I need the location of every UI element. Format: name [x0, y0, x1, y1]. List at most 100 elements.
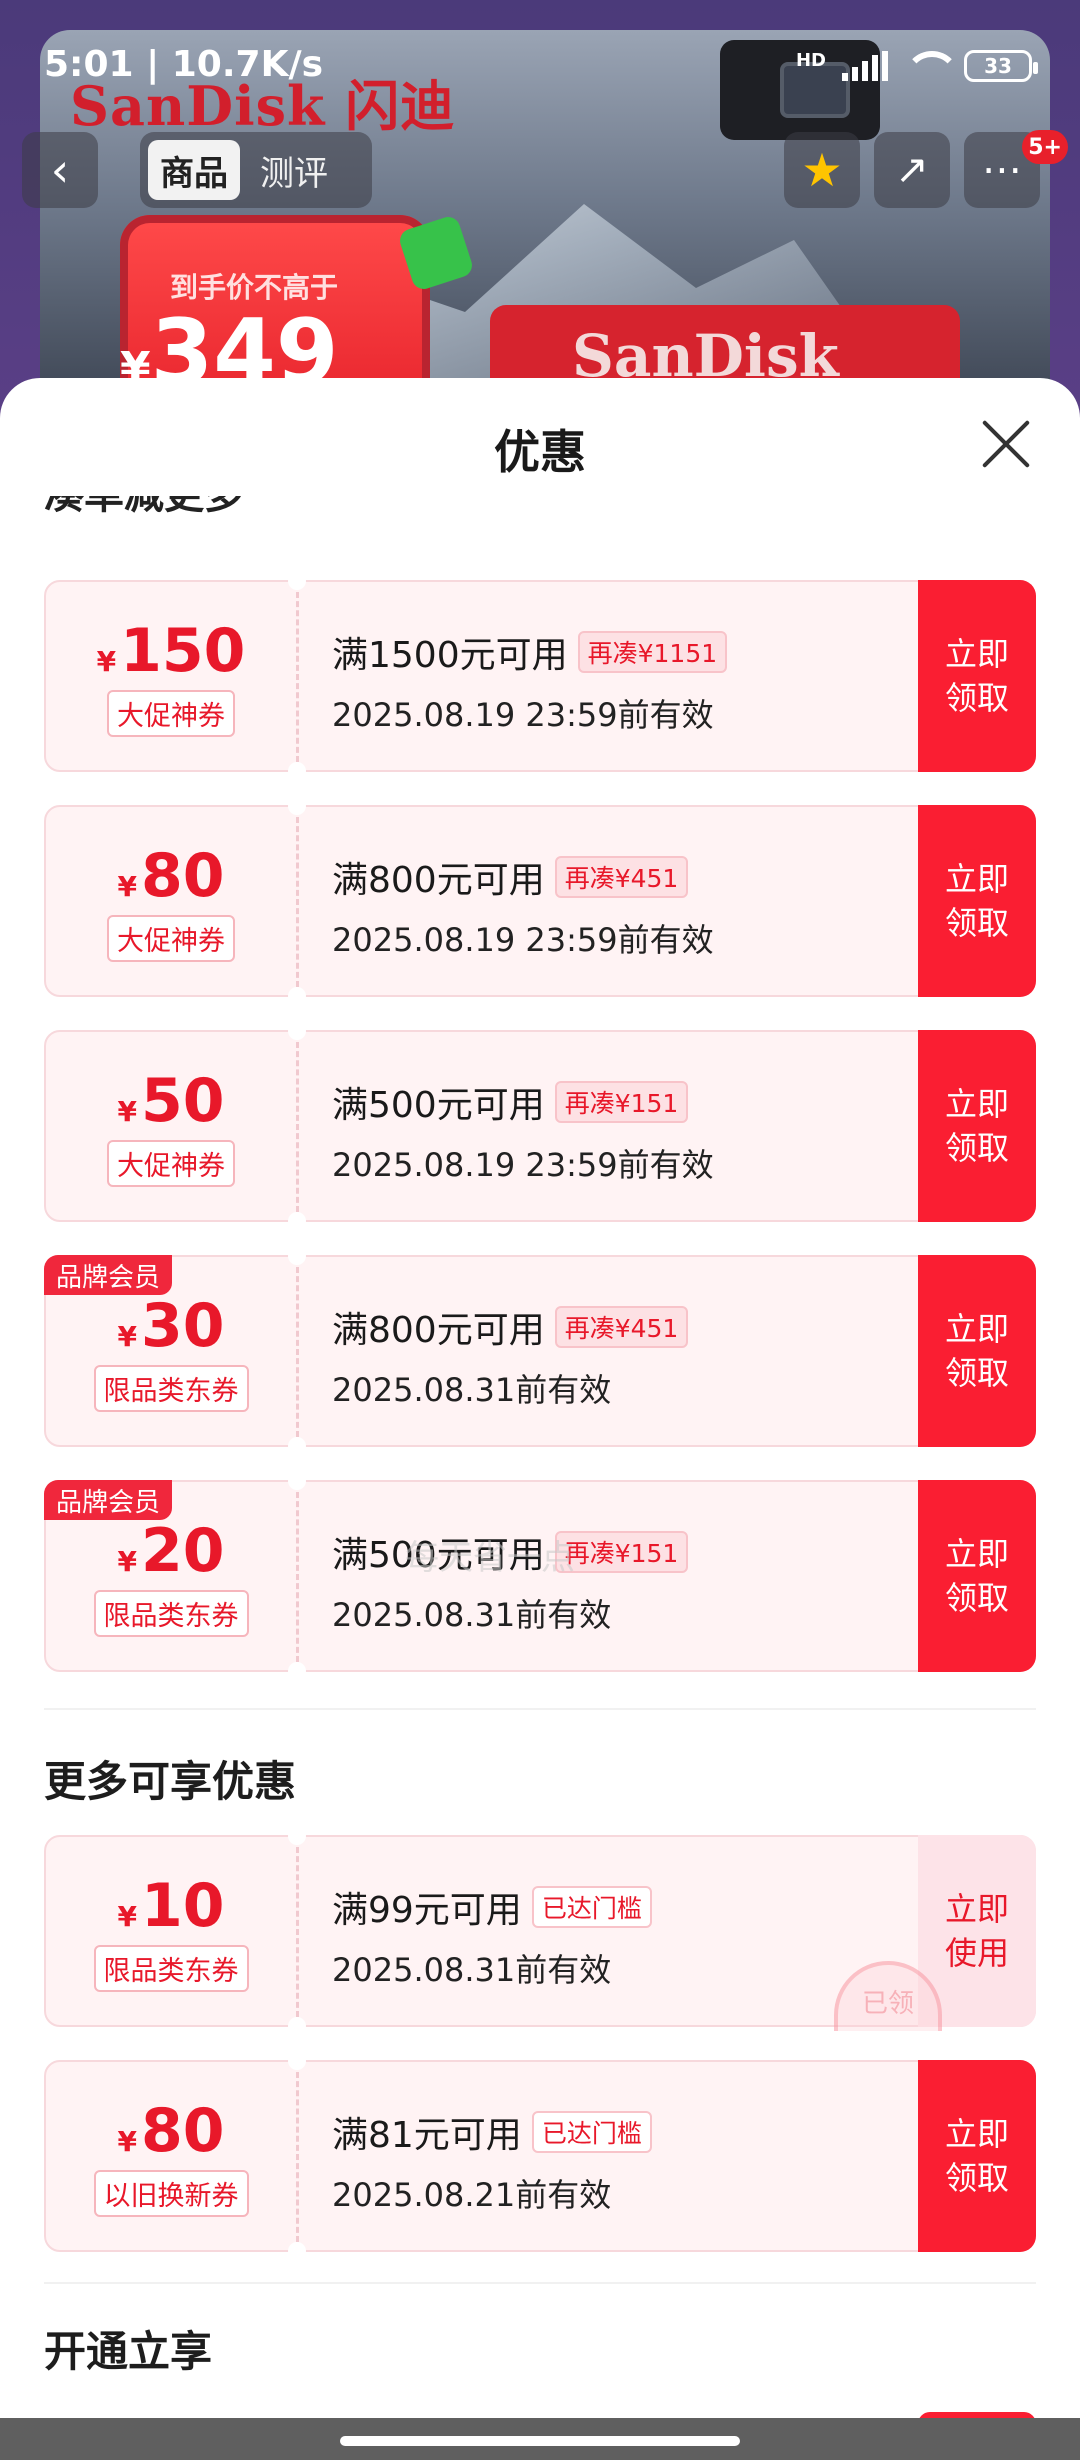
coupon-notch — [288, 1472, 306, 1490]
coupon-card: ¥ 10 限品类东券 满99元可用 已达门槛 2025.08.31前有效 立即 … — [44, 1827, 1036, 2035]
coupon-condition: 满800元可用 — [332, 860, 545, 901]
coupon-threshold-chip: 再凑¥451 — [554, 1306, 689, 1348]
coupon-validity: 2025.08.19 23:59前有效 — [332, 921, 714, 959]
coupon-value: 50 — [140, 1065, 225, 1136]
coupon-card: ¥ 150 大促神券 满1500元可用 再凑¥1151 2025.08.19 2… — [44, 572, 1036, 780]
coupon-notch — [288, 797, 306, 815]
wifi-icon — [904, 51, 960, 81]
coupon-value: 80 — [140, 2095, 225, 2166]
coupon-validity: 2025.08.31前有效 — [332, 1596, 612, 1634]
coupon-notch — [288, 2242, 306, 2260]
coupon-notch — [288, 1437, 306, 1455]
tab-review[interactable]: 测评 — [248, 140, 340, 200]
section-heading-text: 凑单减更多 — [44, 496, 244, 515]
coupon-validity: 2025.08.31前有效 — [332, 1371, 612, 1409]
coupon-type-tag: 大促神券 — [107, 689, 235, 737]
watermark: 每天省一点 — [405, 1538, 575, 1578]
coupon-validity: 2025.08.21前有效 — [332, 2176, 612, 2214]
status-icons: HD 33 — [796, 50, 1038, 82]
coupon-condition: 满99元可用 — [332, 1890, 522, 1931]
coupon-button-label: 立即 领取 — [944, 1535, 1009, 1617]
coupon-amount: ¥ 30 — [118, 1291, 225, 1361]
claim-coupon-button[interactable]: 立即 领取 — [918, 2060, 1036, 2252]
favorite-button[interactable]: ★ — [784, 132, 860, 208]
coupon-sheet: 优惠 凑单减更多 ¥ 150 大促神券 满1500元可用 再凑¥1151 202… — [0, 378, 1080, 2418]
coupon-amount-area: ¥ 150 大促神券 — [46, 582, 296, 770]
home-indicator[interactable] — [340, 2436, 740, 2446]
coupon-card: 品牌会员 ¥ 30 限品类东券 满800元可用 再凑¥451 2025.08.3… — [44, 1247, 1036, 1455]
coupon-amount-area: ¥ 80 大促神券 — [46, 807, 296, 995]
coupon-condition-row: 满800元可用 再凑¥451 — [332, 851, 714, 903]
coupon-details: 满500元可用 再凑¥151 2025.08.19 23:59前有效 — [332, 1076, 714, 1186]
coupon-amount-area: ¥ 50 大促神券 — [46, 1032, 296, 1220]
coupon-threshold-chip: 已达门槛 — [531, 1886, 652, 1928]
coupon-value: 20 — [140, 1515, 225, 1586]
claim-coupon-button[interactable]: 立即 领取 — [918, 805, 1036, 997]
coupon-condition-row: 满99元可用 已达门槛 — [332, 1881, 652, 1933]
coupon-type-tag: 限品类东券 — [93, 1944, 249, 1992]
nav-actions: ★ ↗ ⋯ — [784, 132, 1040, 208]
coupon-notch — [288, 1662, 306, 1680]
coupon-divider — [296, 1042, 299, 1212]
star-icon: ★ — [801, 143, 843, 197]
claim-coupon-button[interactable]: 立即 领取 — [918, 580, 1036, 772]
signal-icon — [842, 51, 888, 81]
coupon-divider — [296, 817, 299, 987]
currency-symbol: ¥ — [117, 1094, 137, 1128]
coupon-condition-row: 满1500元可用 再凑¥1151 — [332, 626, 728, 678]
coupon-type-tag: 限品类东券 — [93, 1364, 249, 1412]
claim-coupon-button[interactable]: 立即 领取 — [918, 1480, 1036, 1672]
coupon-notch — [288, 987, 306, 1005]
coupon-validity: 2025.08.19 23:59前有效 — [332, 696, 714, 734]
coupon-details: 满81元可用 已达门槛 2025.08.21前有效 — [332, 2106, 652, 2216]
coupon-button-label: 立即 领取 — [944, 2115, 1009, 2197]
status-time: 5:01 | 10.7K/s — [44, 44, 324, 85]
close-button[interactable] — [978, 416, 1034, 472]
coupon-button-label: 立即 领取 — [944, 635, 1009, 717]
claim-coupon-button[interactable]: 立即 领取 — [918, 1255, 1036, 1447]
share-icon: ↗ — [895, 147, 929, 193]
coupon-type-tag: 以旧换新券 — [93, 2169, 249, 2217]
coupon-amount-area: ¥ 10 限品类东券 — [46, 1837, 296, 2025]
coupon-value: 150 — [120, 615, 246, 686]
coupon-button-label: 立即 领取 — [944, 1310, 1009, 1392]
coupon-notch — [288, 2017, 306, 2035]
coupon-amount: ¥ 150 — [97, 616, 246, 686]
currency-symbol: ¥ — [117, 2124, 137, 2158]
coupon-details: 满800元可用 再凑¥451 2025.08.19 23:59前有效 — [332, 851, 714, 961]
coupon-card: ¥ 80 大促神券 满800元可用 再凑¥451 2025.08.19 23:5… — [44, 797, 1036, 1005]
coupon-notch — [288, 1827, 306, 1845]
tab-product[interactable]: 商品 — [148, 140, 240, 200]
currency-symbol: ¥ — [117, 1544, 137, 1578]
claim-coupon-button[interactable]: 立即 领取 — [918, 1030, 1036, 1222]
coupon-value: 80 — [140, 840, 225, 911]
coupon-button-label: 立即 领取 — [944, 1085, 1009, 1167]
coupon-notch — [288, 1212, 306, 1230]
currency-symbol: ¥ — [117, 1319, 137, 1353]
back-button[interactable]: ‹ — [22, 132, 98, 208]
coupon-type-tag: 限品类东券 — [93, 1589, 249, 1637]
coupon-condition: 满800元可用 — [332, 1310, 545, 1351]
coupon-value: 10 — [140, 1870, 225, 1941]
section-heading-more: 更多可享优惠 — [44, 1757, 297, 1806]
coupon-condition-row: 满800元可用 再凑¥451 — [332, 1301, 689, 1353]
coupon-amount: ¥ 80 — [118, 841, 225, 911]
battery-level: 33 — [984, 54, 1012, 78]
coupon-amount: ¥ 80 — [118, 2096, 225, 2166]
coupon-divider — [296, 592, 299, 762]
coupon-details: 满1500元可用 再凑¥1151 2025.08.19 23:59前有效 — [332, 626, 728, 736]
coupon-condition: 满500元可用 — [332, 1085, 545, 1126]
coupon-validity: 2025.08.31前有效 — [332, 1951, 612, 1989]
coupon-amount-area: ¥ 20 限品类东券 — [46, 1482, 296, 1670]
divider — [44, 2282, 1036, 2284]
coupon-divider — [296, 1492, 299, 1662]
coupon-threshold-chip: 已达门槛 — [531, 2111, 652, 2153]
coupon-condition-row: 满81元可用 已达门槛 — [332, 2106, 652, 2158]
status-bar: 5:01 | 10.7K/s HD 33 — [0, 0, 1080, 130]
coupon-card: ¥ 80 以旧换新券 满81元可用 已达门槛 2025.08.21前有效 立即 … — [44, 2052, 1036, 2260]
share-button[interactable]: ↗ — [874, 132, 950, 208]
back-icon: ‹ — [50, 143, 70, 197]
coupon-amount-area: ¥ 80 以旧换新券 — [46, 2062, 296, 2250]
coupon-threshold-chip: 再凑¥151 — [554, 1081, 689, 1123]
currency-symbol: ¥ — [117, 1899, 137, 1933]
